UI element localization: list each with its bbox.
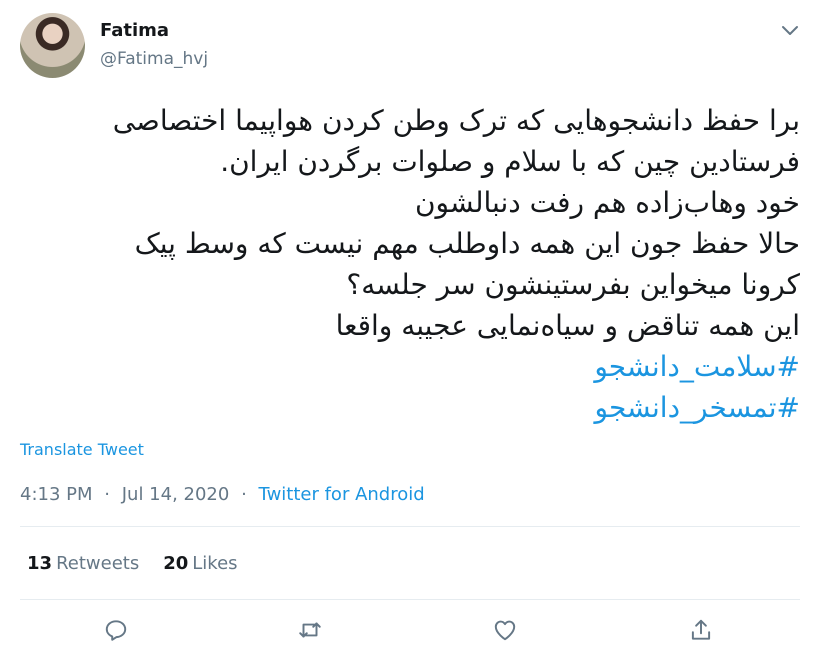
retweets-label: Retweets: [56, 553, 140, 574]
tweet-line: کرونا میخواین بفرستینشون سر جلسه؟: [346, 268, 800, 301]
hashtag-link[interactable]: #سلامت_دانشجو: [20, 346, 800, 387]
like-icon[interactable]: [492, 617, 522, 647]
divider: [20, 599, 800, 600]
tweet-meta: 4:13 PM · Jul 14, 2020 · Twitter for And…: [20, 484, 425, 505]
author-handle[interactable]: @Fatima_hvj: [100, 49, 208, 69]
tweet-line: فرستادین چین که با سلام و صلوات برگردن ا…: [220, 145, 800, 178]
retweets-count: 13: [27, 553, 53, 574]
reply-icon[interactable]: [103, 617, 133, 647]
tweet-stats: 13 Retweets 20 Likes: [27, 553, 238, 574]
likes-label: Likes: [192, 553, 238, 574]
tweet-date[interactable]: Jul 14, 2020: [122, 484, 230, 505]
tweet-text: برا حفظ دانشجوهایی که ترک وطن کردن هواپی…: [20, 100, 800, 428]
retweet-icon[interactable]: [297, 617, 327, 647]
likes-count: 20: [163, 553, 189, 574]
tweet-time[interactable]: 4:13 PM: [20, 484, 93, 505]
meta-separator: ·: [104, 484, 110, 505]
retweets-stat[interactable]: 13 Retweets: [27, 553, 139, 574]
hashtag-link[interactable]: #تمسخر_دانشجو: [20, 387, 800, 428]
avatar[interactable]: [20, 13, 85, 78]
tweet-line: خود وهاب‌زاده هم رفت دنبالشون: [414, 186, 800, 219]
share-icon[interactable]: [688, 617, 718, 647]
tweet-actions: [0, 617, 820, 647]
likes-stat[interactable]: 20 Likes: [163, 553, 237, 574]
tweet-line: برا حفظ دانشجوهایی که ترک وطن کردن هواپی…: [112, 104, 800, 137]
tweet-source-link[interactable]: Twitter for Android: [259, 484, 425, 505]
chevron-down-icon[interactable]: [780, 20, 800, 40]
author-name[interactable]: Fatima: [100, 20, 169, 41]
translate-tweet-link[interactable]: Translate Tweet: [20, 440, 144, 459]
tweet-line: حالا حفظ جون این همه داوطلب مهم نیست که …: [134, 227, 800, 260]
tweet-line: این همه تناقض و سیاه‌نمایی عجیبه واقعا: [335, 309, 800, 342]
meta-separator: ·: [241, 484, 247, 505]
divider: [20, 526, 800, 527]
